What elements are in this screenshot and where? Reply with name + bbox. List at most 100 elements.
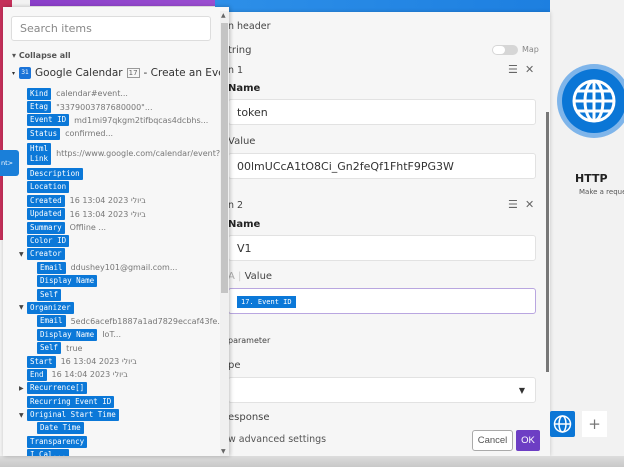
- type-label: pe: [228, 360, 241, 371]
- mapped-event-id-tag[interactable]: 17. Event ID: [237, 296, 296, 308]
- drag-handle-icon[interactable]: ☰: [508, 63, 518, 76]
- item-value: IoT...: [102, 330, 122, 340]
- list-item[interactable]: Summary Offline ...: [3, 221, 220, 234]
- map-toggle[interactable]: [492, 45, 518, 55]
- list-item[interactable]: Updated 16 13:04 2023 ביולי: [3, 208, 220, 221]
- item-value: 16 13:04 2023 ביולי: [69, 196, 146, 206]
- list-item[interactable]: Transparency: [3, 435, 220, 448]
- item-tag[interactable]: Creator: [27, 248, 65, 261]
- http-module-node[interactable]: [557, 64, 624, 138]
- list-item[interactable]: ▼ Creator: [3, 248, 220, 261]
- item-tag[interactable]: Event ID: [27, 114, 70, 127]
- item-value: Offline ...: [69, 223, 107, 233]
- list-item[interactable]: ▶ Recurrence[]: [3, 382, 220, 395]
- list-item[interactable]: Self: [3, 288, 220, 301]
- list-item[interactable]: ▼ Organizer: [3, 301, 220, 314]
- cancel-button[interactable]: Cancel: [472, 430, 513, 451]
- item-tag[interactable]: Description: [27, 168, 83, 181]
- item-2-name-input[interactable]: V1: [228, 235, 536, 261]
- show-advanced-settings[interactable]: w advanced settings: [228, 434, 326, 445]
- item-tag[interactable]: Display Name: [37, 328, 98, 341]
- list-item[interactable]: Display Name: [3, 274, 220, 288]
- list-item[interactable]: Start 16 13:04 2023 ביולי: [3, 355, 220, 368]
- item-tag[interactable]: Email: [37, 315, 66, 328]
- drag-handle-icon[interactable]: ☰: [508, 198, 518, 211]
- item-tag[interactable]: Location: [27, 181, 70, 194]
- remove-item-1-icon[interactable]: ✕: [525, 63, 534, 76]
- remove-item-2-icon[interactable]: ✕: [525, 198, 534, 211]
- item-tag[interactable]: Created: [27, 194, 65, 207]
- add-module-button[interactable]: +: [582, 411, 607, 437]
- scrollbar-thumb[interactable]: [221, 23, 228, 293]
- item-tag[interactable]: Start: [27, 355, 56, 368]
- list-item[interactable]: Kind calendar#event...: [3, 87, 220, 100]
- item-tag[interactable]: Transparency: [27, 435, 88, 448]
- item-tag[interactable]: Summary: [27, 221, 65, 234]
- expand-triangle-icon[interactable]: ▼: [19, 304, 24, 311]
- item-tag[interactable]: Self: [37, 288, 62, 301]
- item-tag[interactable]: End: [27, 368, 47, 381]
- search-input[interactable]: Search items: [11, 16, 211, 41]
- item-1-value-input[interactable]: 00lmUCcA1tO8Ci_Gn2feQf1FhtF9PG3W: [228, 153, 536, 179]
- item-tag[interactable]: Status: [27, 127, 61, 140]
- item-tag[interactable]: Color ID: [27, 235, 70, 247]
- list-item[interactable]: Self true: [3, 341, 220, 355]
- settings-scrollbar[interactable]: [546, 112, 549, 372]
- list-item[interactable]: Recurring Event ID: [3, 395, 220, 408]
- item-tag[interactable]: I Cal...: [27, 449, 70, 456]
- ok-button[interactable]: OK: [516, 430, 540, 451]
- item-value: true: [66, 343, 83, 353]
- collapsed-triangle-icon[interactable]: ▶: [19, 385, 24, 392]
- module-action: - Create an Event: [143, 67, 229, 79]
- item-tag[interactable]: Original Start Time: [27, 409, 119, 422]
- list-item[interactable]: Event ID md1mi97qkgm2tifbqcas4dcbhs...: [3, 114, 220, 127]
- item-tag[interactable]: Email: [37, 261, 66, 274]
- list-item[interactable]: Description: [3, 167, 220, 181]
- list-item[interactable]: Display Name IoT...: [3, 328, 220, 341]
- module-name: Google Calendar: [35, 67, 123, 79]
- item-tag[interactable]: Html Link: [27, 142, 52, 165]
- collapse-all-button[interactable]: ▾ Collapse all: [12, 51, 71, 60]
- drag-tooltip: nt>: [0, 150, 19, 176]
- list-item[interactable]: Created 16 13:04 2023 ביולי: [3, 194, 220, 207]
- mapper-scrollbar[interactable]: ▲ ▼: [220, 11, 229, 456]
- list-item[interactable]: I Cal...: [3, 449, 220, 456]
- type-select[interactable]: ▼: [228, 377, 536, 403]
- list-item[interactable]: Color ID: [3, 234, 220, 247]
- list-item[interactable]: Date Time: [3, 422, 220, 435]
- module-header[interactable]: ▾ 31 Google Calendar 17 - Create an Even…: [12, 67, 229, 79]
- list-item[interactable]: End 16 14:04 2023 ביולי: [3, 368, 220, 381]
- list-item[interactable]: Etag "3379003787680000"...: [3, 100, 220, 114]
- item-tag[interactable]: Recurrence[]: [27, 382, 88, 395]
- header-section-label: n header: [228, 21, 271, 32]
- scroll-down-icon[interactable]: ▼: [221, 448, 226, 455]
- http-mini-icon[interactable]: [550, 411, 575, 437]
- mapping-panel: Search items ▾ Collapse all ▾ 31 Google …: [3, 7, 229, 456]
- value-label-text: Value: [244, 271, 273, 282]
- item-tag[interactable]: Self: [37, 342, 62, 355]
- list-item[interactable]: ▼ Original Start Time: [3, 408, 220, 422]
- module-number: 17: [126, 68, 140, 78]
- list-item[interactable]: Html Link https://www.google.com/calendar…: [3, 141, 228, 168]
- item-tag[interactable]: Recurring Event ID: [27, 395, 115, 408]
- item-tag[interactable]: Date Time: [37, 422, 84, 435]
- http-node-title: HTTP: [575, 172, 608, 185]
- item-tag[interactable]: Etag: [27, 101, 52, 114]
- item-tag[interactable]: Updated: [27, 208, 65, 221]
- item-tag[interactable]: Kind: [27, 87, 52, 100]
- scroll-up-icon[interactable]: ▲: [221, 12, 226, 19]
- list-item[interactable]: Email 5edc6acefb1887a1ad7829eccaf43fe...: [3, 315, 225, 328]
- list-item[interactable]: Status confirmed...: [3, 127, 220, 140]
- globe-icon: [562, 69, 624, 133]
- list-item[interactable]: Location: [3, 181, 220, 194]
- expand-triangle-icon[interactable]: ▼: [19, 412, 24, 419]
- settings-header-bar: [215, 0, 550, 12]
- item-1-name-input[interactable]: token: [228, 99, 536, 125]
- http-settings-panel: n header tring Map n 1 ☰ ✕ Name token Va…: [215, 12, 550, 456]
- item-tag[interactable]: Organizer: [27, 301, 74, 314]
- item-2-value-input[interactable]: 17. Event ID: [228, 288, 536, 314]
- list-item[interactable]: Email ddushey101@gmail.com...: [3, 261, 220, 274]
- item-2-name-label: Name: [228, 219, 261, 230]
- expand-triangle-icon[interactable]: ▼: [19, 251, 24, 258]
- item-tag[interactable]: Display Name: [37, 275, 98, 288]
